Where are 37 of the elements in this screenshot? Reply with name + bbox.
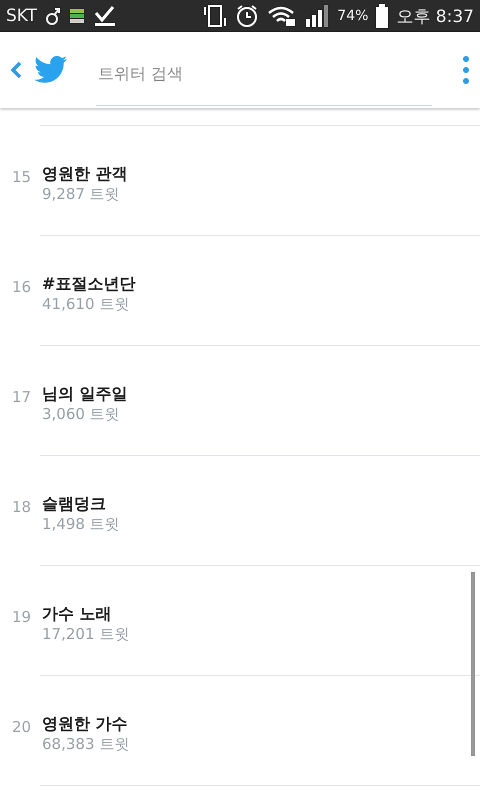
trend-item[interactable]: 16 #표절소년단 41,610 트윗	[0, 236, 480, 346]
tweet-count: 9,287 트윗	[42, 185, 121, 204]
trend-item[interactable]: 15 영원한 관객 9,287 트윗	[0, 126, 480, 236]
trend-name: 영원한 관객	[42, 164, 128, 185]
battery-icon	[376, 4, 388, 28]
trend-item[interactable]: 17 님의 일주일 3,060 트윗	[0, 346, 480, 456]
vibrate-icon	[203, 4, 228, 28]
search-field[interactable]: 트위터 검색	[96, 42, 432, 106]
trend-rank: 20	[12, 717, 32, 738]
trend-name: 슬램덩크	[42, 494, 107, 515]
male-symbol-icon	[45, 6, 62, 26]
tweet-count: 41,610 트윗	[42, 295, 130, 314]
signal-icon	[305, 5, 330, 27]
trend-item[interactable]: 20 영원한 가수 68,383 트윗	[0, 676, 480, 786]
bird-logo-icon[interactable]	[34, 56, 68, 84]
carrier-name: SKT	[6, 6, 38, 26]
trend-rank: 18	[12, 497, 32, 518]
trend-rank: 15	[12, 167, 32, 188]
tweet-count: 1,498 트윗	[42, 515, 120, 534]
trend-rank: 16	[12, 277, 32, 298]
trend-name: 가수 노래	[42, 604, 113, 625]
trend-name: 영원한 가수	[42, 714, 129, 735]
wifi-lock-icon	[267, 5, 298, 27]
trend-item[interactable]: 18 슬램덩크 1,498 트윗	[0, 456, 480, 566]
trend-item[interactable]: 19 가수 노래 17,201 트윗	[0, 566, 480, 676]
trend-name: 님의 일주일	[42, 384, 128, 405]
trend-name: #표절소년단	[42, 274, 136, 295]
tweet-count: 3,060 트윗	[42, 405, 121, 424]
tweet-count: 68,383 트윗	[42, 735, 130, 754]
battery-percent: 74%	[337, 8, 368, 24]
trend-rank: 19	[12, 607, 32, 628]
alarm-icon	[235, 4, 260, 28]
download-done-icon	[93, 5, 118, 27]
trend-rank: 17	[12, 387, 32, 408]
tweet-count: 17,201 트윗	[42, 625, 130, 644]
clock: 오후 8:37	[396, 6, 474, 28]
stack-icon	[69, 8, 86, 24]
